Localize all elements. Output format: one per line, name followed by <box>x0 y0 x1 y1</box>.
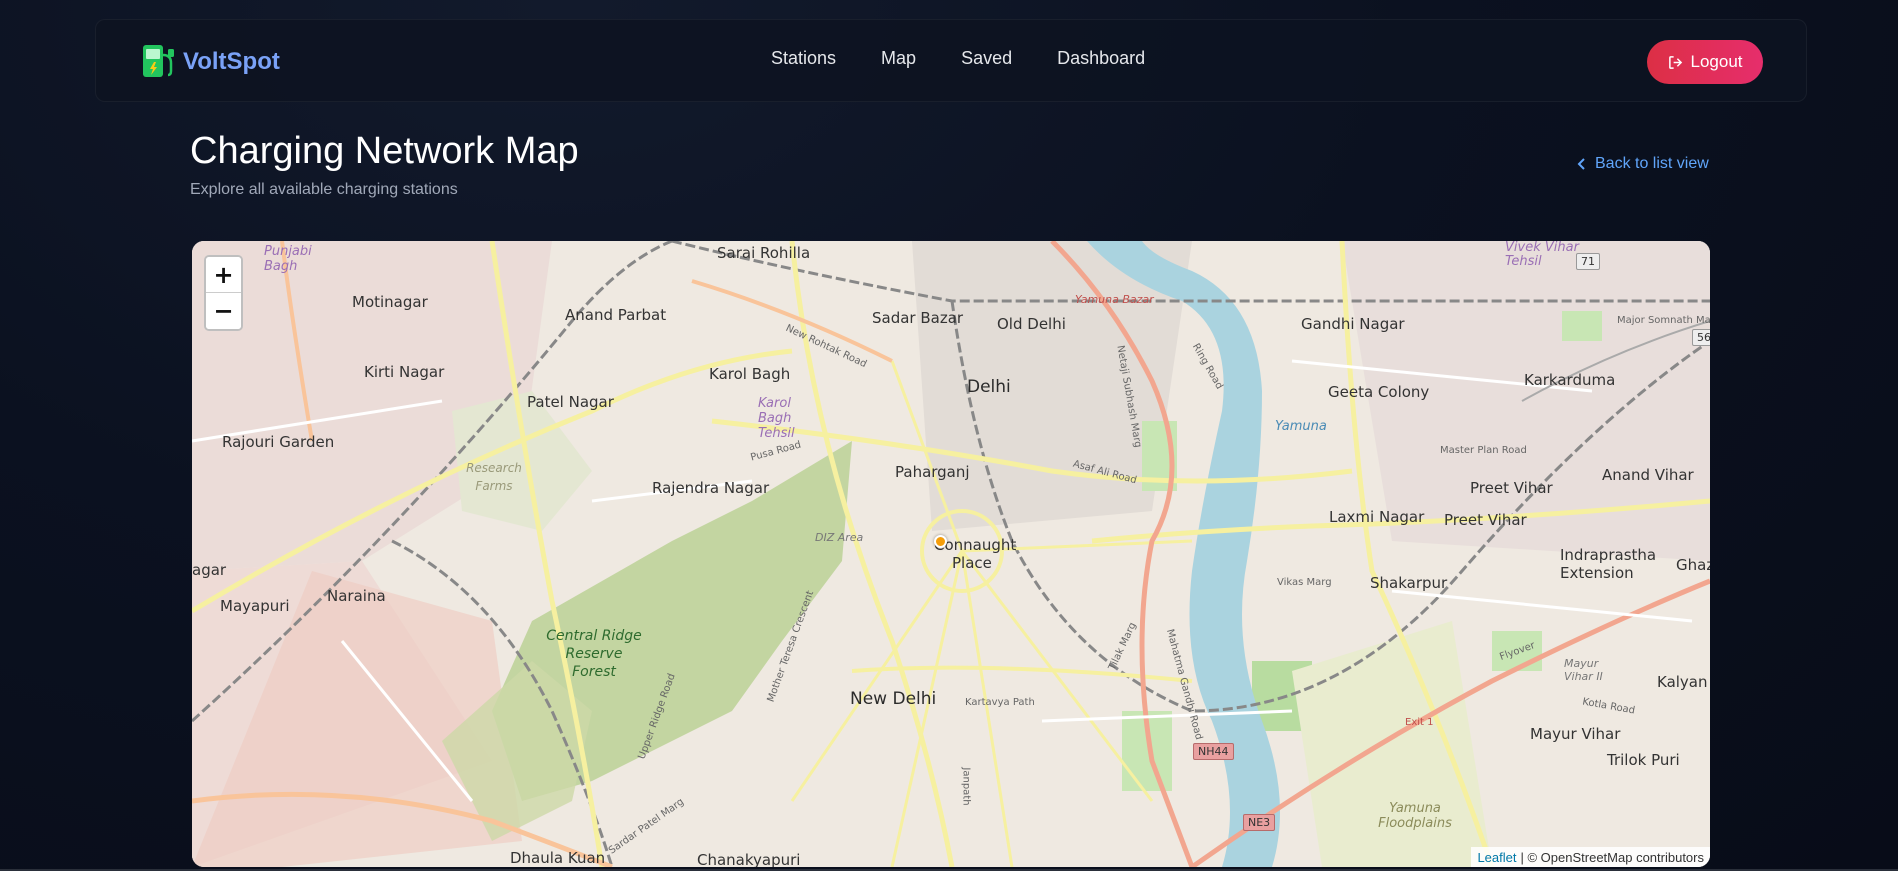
road-label: Vikas Marg <box>1277 577 1332 588</box>
road-shield: NH44 <box>1193 743 1234 760</box>
back-link-label: Back to list view <box>1595 155 1709 172</box>
map-label: Place <box>952 554 992 572</box>
map-label: Old Delhi <box>997 315 1066 333</box>
map-label: Geeta Colony <box>1328 383 1430 401</box>
nav-map[interactable]: Map <box>881 48 916 69</box>
map-label: Shakarpur <box>1370 574 1448 592</box>
logout-label: Logout <box>1690 52 1743 71</box>
map-label: Kirti Nagar <box>364 363 445 381</box>
road-shield: 71 <box>1576 253 1600 270</box>
charging-station-marker[interactable] <box>934 535 947 548</box>
map-label: agar <box>192 561 227 579</box>
map-label: Yamuna <box>1275 419 1327 434</box>
page-title: Charging Network Map <box>190 130 579 172</box>
map-label: Mayur Vihar <box>1530 725 1621 743</box>
map-view[interactable]: Sarai Rohilla Punjabi Bagh Motinagar Ana… <box>192 241 1710 867</box>
zoom-in-button[interactable]: + <box>206 257 241 293</box>
map-label: Mayur Vihar II <box>1564 657 1603 683</box>
map-label: Karol Bagh Tehsil <box>758 396 795 441</box>
road-shield: 56 <box>1692 329 1710 346</box>
road-label: Master Plan Road <box>1440 445 1527 456</box>
map-label: DIZ Area <box>815 531 864 544</box>
map-label: Kartavya Path <box>965 697 1035 708</box>
map-label: Laxmi Nagar <box>1329 508 1425 526</box>
map-label: Yamuna Bazar <box>1075 293 1154 306</box>
map-label: Gandhi Nagar <box>1301 315 1405 333</box>
page-subtitle: Explore all available charging stations <box>190 181 458 198</box>
map-label: Anand Vihar <box>1602 466 1694 484</box>
chevron-left-icon <box>1577 158 1585 170</box>
map-label: Rajendra Nagar <box>652 479 770 497</box>
map-label: Dhaula Kuan <box>510 849 606 867</box>
map-label: Preet Vihar <box>1444 511 1527 529</box>
map-label: Naraina <box>327 587 386 605</box>
map-label: Sarai Rohilla <box>717 244 811 262</box>
map-label: Central Ridge Reserve Forest <box>546 628 642 680</box>
map-label: Research Farms <box>466 461 522 493</box>
nav-dashboard[interactable]: Dashboard <box>1057 48 1145 69</box>
nav-stations[interactable]: Stations <box>771 48 836 69</box>
map-tiles[interactable] <box>192 241 1710 867</box>
brand-name: VoltSpot <box>183 48 280 75</box>
map-label: New Delhi <box>850 689 937 709</box>
map-label: Anand Parbat <box>565 306 667 324</box>
map-label: Kalyan Pu <box>1657 673 1710 691</box>
road-label: Exit 1 <box>1405 717 1434 728</box>
map-label: Motinagar <box>352 293 428 311</box>
brand-logo[interactable]: VoltSpot <box>141 43 280 81</box>
logout-icon <box>1668 55 1682 69</box>
map-attribution: Leaflet | © OpenStreetMap contributors <box>1471 847 1710 867</box>
map-label: Preet Vihar <box>1470 479 1553 497</box>
road-label: Janpath <box>960 767 972 806</box>
map-label: Vivek Vihar Tehsil <box>1505 241 1579 269</box>
map-label: Trilok Puri <box>1607 751 1680 769</box>
attribution-text: | © OpenStreetMap contributors <box>1520 849 1705 865</box>
ev-charger-icon <box>143 45 174 77</box>
map-label: Mayapuri <box>220 597 290 615</box>
map-label: Karkarduma <box>1524 371 1616 389</box>
map-label: Patel Nagar <box>527 393 614 411</box>
main-nav: Stations Map Saved Dashboard <box>771 48 1145 69</box>
map-label: Rajouri Garden <box>222 433 335 451</box>
zoom-control: + − <box>204 255 243 331</box>
map-label: Punjabi Bagh <box>264 244 312 274</box>
top-navbar: VoltSpot Stations Map Saved Dashboard Lo… <box>95 19 1807 102</box>
map-label: Delhi <box>967 377 1011 397</box>
map-label: Sadar Bazar <box>872 309 964 327</box>
road-shield: NE3 <box>1243 814 1276 831</box>
back-to-list-link[interactable]: Back to list view <box>1577 155 1709 173</box>
map-label: Karol Bagh <box>709 365 791 383</box>
road-label: Major Somnath Marg <box>1617 315 1710 326</box>
leaflet-link[interactable]: Leaflet <box>1477 850 1516 865</box>
map-label: Yamuna Floodplains <box>1378 801 1452 831</box>
nav-saved[interactable]: Saved <box>961 48 1012 69</box>
map-label: Chanakyapuri <box>697 851 801 867</box>
zoom-out-button[interactable]: − <box>206 293 241 329</box>
logout-button[interactable]: Logout <box>1647 40 1763 84</box>
map-label: Paharganj <box>895 463 970 481</box>
map-label: Ghaz <box>1676 556 1710 574</box>
map-label: Indraprastha Extension <box>1560 546 1657 582</box>
